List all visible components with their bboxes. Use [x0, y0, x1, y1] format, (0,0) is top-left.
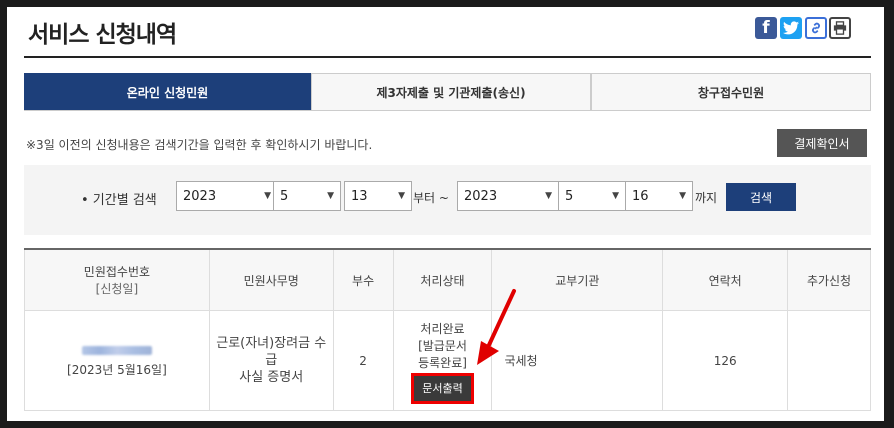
redacted-receipt-number	[81, 345, 152, 355]
to-month-value: 5	[565, 188, 574, 204]
status-line1: 처리완료	[420, 321, 465, 336]
title-divider	[24, 56, 871, 58]
from-month-value: 5	[280, 188, 289, 204]
header-copies: 부수	[332, 248, 394, 311]
cell-service-name: 근로(자녀)장려금 수급 사실 증명서	[208, 310, 334, 411]
header-status: 처리상태	[392, 248, 493, 311]
cell-receipt-no: [2023년 5월16일]	[24, 310, 210, 411]
twitter-share-icon[interactable]	[780, 17, 802, 39]
cell-agency: 국세청	[491, 310, 664, 411]
from-month-select[interactable]: 5 ▼	[273, 181, 341, 211]
link-share-icon[interactable]	[805, 17, 827, 39]
table-row: [2023년 5월16일] 근로(자녀)장려금 수급 사실 증명서 2 처리완료…	[24, 310, 871, 411]
cell-copies: 2	[332, 310, 394, 411]
chevron-down-icon: ▼	[398, 191, 405, 201]
service-history-panel: 서비스 신청내역 f 온라인 신청민원 제3자제출 및 기관제출(송신) 창구접…	[7, 7, 884, 421]
header-extra: 추가신청	[787, 248, 871, 311]
from-suffix: 부터 ~	[413, 191, 449, 205]
period-search-label: • 기간별 검색	[81, 193, 157, 208]
header-service-name: 민원사무명	[208, 248, 334, 311]
tab-online-applications[interactable]: 온라인 신청민원	[24, 73, 311, 110]
service-name-line1: 근로(자녀)장려금 수급	[216, 336, 327, 368]
to-year-value: 2023	[464, 188, 498, 204]
from-year-select[interactable]: 2023 ▼	[176, 181, 278, 211]
to-year-select[interactable]: 2023 ▼	[457, 181, 559, 211]
tab-bar: 온라인 신청민원 제3자제출 및 기관제출(송신) 창구접수민원	[24, 73, 871, 111]
chevron-down-icon: ▼	[612, 191, 619, 201]
application-history-table: 민원접수번호 [신청일] 민원사무명 부수 처리상태 교부기관 연락처 추가신청…	[24, 248, 871, 411]
to-day-value: 16	[632, 188, 649, 204]
header-contact: 연락처	[662, 248, 789, 311]
to-day-select[interactable]: 16 ▼	[625, 181, 693, 211]
table-header-row: 민원접수번호 [신청일] 민원사무명 부수 처리상태 교부기관 연락처 추가신청	[24, 248, 871, 311]
print-document-button[interactable]: 문서출력	[411, 372, 474, 404]
search-period-notice: ※3일 이전의 신청내용은 검색기간을 입력한 후 확인하시기 바랍니다.	[26, 138, 373, 152]
to-month-select[interactable]: 5 ▼	[558, 181, 626, 211]
tab-counter-applications[interactable]: 창구접수민원	[591, 73, 871, 110]
cell-contact: 126	[662, 310, 789, 411]
service-name-line2: 사실 증명서	[239, 370, 304, 385]
tab-third-party-submission[interactable]: 제3자제출 및 기관제출(송신)	[311, 73, 591, 110]
period-search-panel: • 기간별 검색 2023 ▼ 5 ▼ 13 ▼ 부터 ~ 2023 ▼ 5 ▼ 16 ▼ …	[24, 165, 871, 235]
page-title: 서비스 신청내역	[28, 22, 177, 48]
status-line3: 등록완료]	[418, 355, 467, 370]
header-receipt-date-label: [신청일]	[95, 282, 139, 296]
payment-confirmation-button[interactable]: 결제확인서	[777, 129, 867, 157]
chevron-down-icon: ▼	[327, 191, 334, 201]
facebook-share-icon[interactable]: f	[755, 17, 777, 39]
chevron-down-icon: ▼	[264, 191, 271, 201]
cell-extra	[787, 310, 871, 411]
header-agency: 교부기관	[491, 248, 664, 311]
receipt-date: [2023년 5월16일]	[67, 362, 167, 377]
chevron-down-icon: ▼	[679, 191, 686, 201]
from-day-select[interactable]: 13 ▼	[344, 181, 412, 211]
status-line2: [발급문서	[418, 338, 467, 353]
header-receipt-no-label: 민원접수번호	[83, 265, 151, 279]
from-year-value: 2023	[183, 188, 217, 204]
search-button[interactable]: 검색	[726, 183, 796, 211]
from-day-value: 13	[351, 188, 368, 204]
chevron-down-icon: ▼	[545, 191, 552, 201]
print-icon[interactable]	[829, 17, 851, 39]
header-receipt-no: 민원접수번호 [신청일]	[24, 248, 210, 311]
cell-status: 처리완료 [발급문서 등록완료] 문서출력	[392, 310, 493, 411]
to-suffix: 까지	[695, 191, 718, 205]
